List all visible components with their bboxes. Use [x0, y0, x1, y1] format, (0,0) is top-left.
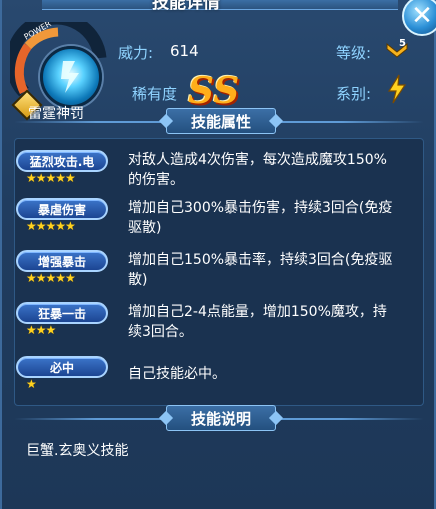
rarity-value: SS [188, 70, 240, 112]
power-stat-label: 威力: [118, 44, 154, 62]
element-label: 系别: [336, 85, 372, 103]
attribute-pill[interactable]: 暴虐伤害 [16, 198, 108, 220]
level-value: 5 [399, 38, 406, 49]
attribute-description: 对敌人造成4次伤害，每次造成魔攻150%的伤害。 [128, 152, 387, 188]
power-stat-value: 614 [170, 42, 199, 60]
skill-name: 雷霆神罚 [28, 106, 84, 122]
attribute-description: 自己技能必中。 [128, 366, 226, 382]
star-rating: ★★★★★ [26, 219, 76, 233]
skill-detail-panel: 技能详情 POWER 雷霆神罚 威力: 614 稀有度 SS 等级: 5 系别:… [0, 0, 436, 509]
lightning-skill-icon [40, 46, 102, 108]
lightning-bolt-icon [387, 74, 407, 104]
close-button[interactable]: ✕ [402, 0, 436, 36]
attribute-description: 增加自己150%暴击率，持续3回合(免疫驱散) [128, 252, 393, 288]
title-bar [42, 0, 398, 10]
star-rating: ★★★ [26, 323, 56, 337]
star-rating: ★★★★★ [26, 271, 76, 285]
close-icon: ✕ [411, 1, 433, 31]
panel-title: 技能详情 [152, 0, 220, 13]
attribute-description: 增加自己2-4点能量，增加150%魔攻，持续3回合。 [128, 304, 387, 340]
star-rating: ★★★★★ [26, 171, 76, 185]
level-label: 等级: [336, 44, 372, 62]
attributes-section-title: 技能属性 [166, 108, 276, 134]
rarity-label: 稀有度 [132, 85, 178, 103]
attribute-pill[interactable]: 必中 [16, 356, 108, 378]
attribute-pill[interactable]: 狂暴一击 [16, 302, 108, 324]
attribute-pill[interactable]: 增强暴击 [16, 250, 108, 272]
description-section-title: 技能说明 [166, 405, 276, 431]
attribute-pill[interactable]: 猛烈攻击.电 [16, 150, 108, 172]
star-rating: ★ [26, 377, 37, 391]
skill-description: 巨蟹.玄奥义技能 [26, 443, 129, 459]
attribute-description: 增加自己300%暴击伤害，持续3回合(免疫驱散) [128, 200, 393, 236]
level-chevron-icon: 5 [386, 38, 408, 58]
